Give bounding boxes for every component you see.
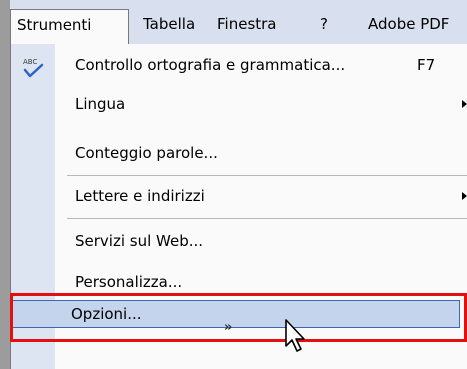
menu-item-lingua[interactable]: Lingua [11,85,467,123]
menu-item-lettere-indirizzi[interactable]: Lettere e indirizzi [11,177,467,215]
menu-help-label: ? [320,15,328,33]
window-edge-shadow [0,0,10,369]
svg-text:ABC: ABC [23,58,37,66]
submenu-arrow-icon [462,100,467,108]
menu-adobe-pdf[interactable]: Adobe PDF [368,9,449,44]
menu-item-spellcheck-label: Controllo ortografia e grammatica... [75,56,346,74]
menu-item-lettere-indirizzi-label: Lettere e indirizzi [75,187,205,205]
menu-help[interactable]: ? [320,9,328,44]
menu-separator [67,218,467,219]
menu-item-servizi-web[interactable]: Servizi sul Web... [11,222,467,260]
menu-separator [67,175,467,176]
menu-strumenti-label: Strumenti [17,16,92,34]
annotation-highlight-frame [10,293,467,342]
menu-finestra[interactable]: Finestra [217,9,277,44]
menu-item-conteggio-parole-label: Conteggio parole... [75,144,218,162]
menu-tabella-label: Tabella [143,15,196,33]
menu-item-conteggio-parole[interactable]: Conteggio parole... [11,134,467,172]
menu-item-lingua-label: Lingua [75,95,126,113]
menu-item-servizi-web-label: Servizi sul Web... [75,232,204,250]
mouse-cursor-icon [285,319,305,352]
submenu-arrow-icon [462,192,467,200]
menu-adobe-pdf-label: Adobe PDF [368,15,450,33]
menu-tabella[interactable]: Tabella [143,9,195,44]
menu-item-spellcheck[interactable]: Controllo ortografia e grammatica... F7 [11,46,467,84]
menu-item-spellcheck-shortcut: F7 [417,56,436,74]
menu-strumenti[interactable]: Strumenti [10,9,129,44]
menu-finestra-label: Finestra [217,15,277,33]
spellcheck-icon: ABC [23,58,44,78]
menu-bar: Strumenti Tabella Finestra ? Adobe PDF [10,0,467,44]
